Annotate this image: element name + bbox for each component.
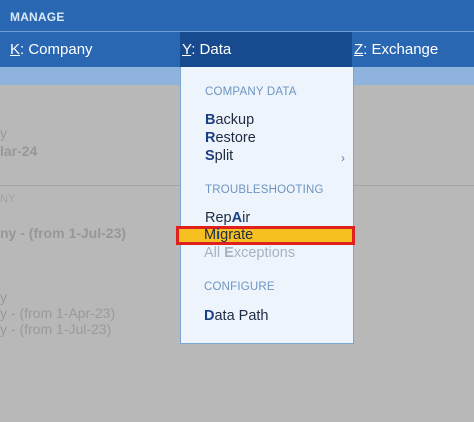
bg-text-6[interactable]: y - (from 1-Apr-23) — [0, 305, 115, 321]
section-troubleshooting: TROUBLESHOOTING — [205, 184, 324, 196]
top-menu-bar: K: Company Y: Data Z: Exchange — [0, 32, 474, 67]
backup-label: ackup — [215, 112, 255, 128]
section-company-data: COMPANY DATA — [205, 86, 297, 98]
data-dropdown-menu: COMPANY DATA Backup Restore Split › TROU… — [180, 67, 354, 344]
menu-exchange-key: Z — [354, 41, 364, 58]
bg-text-7[interactable]: y - (from 1-Jul-23) — [0, 321, 111, 337]
bg-text-2: lar-24 — [0, 143, 38, 159]
bg-text-3: NY — [0, 193, 16, 205]
menu-exchange[interactable]: Z: Exchange — [354, 32, 438, 67]
menu-data-label: : Data — [191, 41, 232, 58]
menu-item-split[interactable]: Split — [205, 148, 233, 164]
restore-hotkey: R — [205, 130, 216, 146]
bg-text-4[interactable]: ny - (from 1-Jul-23) — [0, 225, 126, 241]
backup-hotkey: B — [205, 112, 216, 128]
menu-item-restore[interactable]: Restore — [205, 130, 256, 146]
menu-company[interactable]: K: Company — [10, 32, 93, 67]
menu-item-repair[interactable]: RepAir — [205, 210, 250, 226]
menu-item-backup[interactable]: Backup — [205, 112, 254, 128]
bg-text-5: y — [0, 289, 7, 305]
repair-hotkey: A — [231, 210, 243, 226]
menu-company-label: : Company — [20, 41, 93, 58]
bg-text-1: y — [0, 125, 7, 141]
menu-exchange-label: : Exchange — [363, 41, 439, 58]
repair-label-pre: Rep — [205, 210, 232, 226]
menu-data-key: Y — [182, 41, 192, 58]
split-label: plit — [214, 148, 234, 164]
restore-label: estore — [215, 130, 256, 146]
menu-company-key: K — [10, 41, 21, 58]
split-hotkey: S — [205, 148, 215, 164]
migrate-highlight[interactable] — [176, 226, 355, 245]
menu-data[interactable]: Y: Data — [180, 32, 352, 67]
manage-header: MANAGE — [0, 0, 474, 32]
split-submenu-chevron-icon: › — [341, 151, 345, 165]
manage-title: MANAGE — [10, 10, 65, 24]
repair-label-rest: ir — [242, 210, 251, 226]
